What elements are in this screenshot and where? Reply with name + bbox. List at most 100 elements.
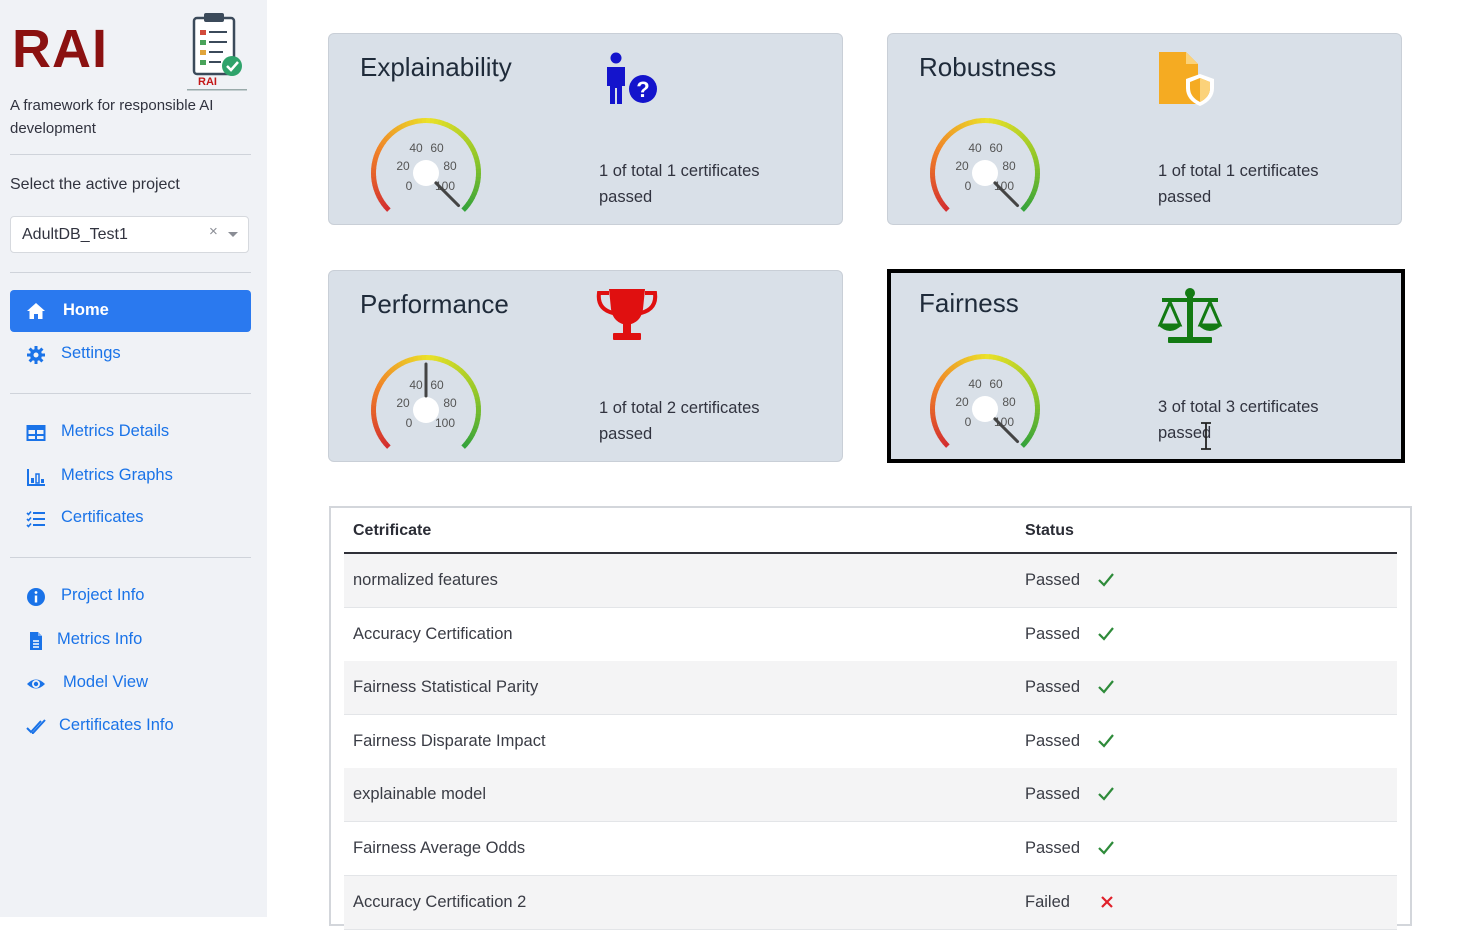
gauge-tick-label: 20 [396,396,410,410]
gauge-tick-label: 40 [409,378,423,392]
gauge-tick-label: 0 [965,179,972,193]
logo-text: RAI [198,76,217,88]
certificate-name: Accuracy Certification [353,624,513,643]
gauge-tick-label: 0 [406,416,413,430]
divider [10,154,251,155]
gauge-tick-label: 0 [965,415,972,429]
certificate-name: Accuracy Certification 2 [353,892,527,911]
nav-metrics-info-label: Metrics Info [57,630,143,648]
card-title: Performance [360,289,509,319]
card-explainability: Explainability ? 0 20 40 60 80 100 1 of total… [328,33,843,225]
certificate-status: Failed [1025,892,1070,911]
nav-settings-label: Settings [61,344,121,362]
nav-home[interactable]: Home [10,290,251,332]
card-summary-line1: 1 of total 1 certificates [1158,162,1319,180]
table-row: Accuracy Certification 2 Failed [344,875,1397,930]
tagline: A framework for responsible AI developme… [10,97,214,137]
nav-certificates-label: Certificates [61,508,144,526]
check-icon [1098,573,1114,587]
table-row: Fairness Average Odds Passed [344,822,1397,876]
card-summary: 3 of total 3 certificates passed [1158,394,1378,446]
card-summary-line2: passed [599,425,653,443]
certificate-status: Passed [1025,624,1081,643]
gauge-tick-label: 20 [955,395,969,409]
nav-settings[interactable]: Settings [10,333,251,375]
card-title: Fairness [919,288,1019,318]
list-check-icon [26,510,45,528]
gauge-tick-label: 60 [989,141,1003,155]
trophy-icon [596,289,658,340]
scale-icon [1157,288,1223,343]
nav-home-label: Home [63,301,109,319]
project-select[interactable]: AdultDB_Test1 × [10,216,249,253]
check-icon [1098,841,1114,855]
table-row: Fairness Disparate Impact Passed [344,715,1397,769]
gear-icon [27,346,45,364]
gauge-tick-label: 80 [1002,395,1016,409]
cross-icon [1101,895,1113,908]
nav-project-info[interactable]: Project Info [10,575,251,617]
table-icon [26,425,46,441]
card-summary-line2: passed [1158,424,1212,442]
card-title: Explainability [360,52,512,82]
info-icon [27,588,45,606]
gauge-tick-label: 60 [989,377,1003,391]
nav-project-info-label: Project Info [61,586,145,604]
card-robustness: Robustness 0 20 40 60 80 100 1 of total 1 cer… [887,33,1402,225]
gauge-tick-label: 80 [443,396,457,410]
gauge-tick-label: 40 [968,141,982,155]
text-cursor-icon [1201,422,1211,450]
certificate-status: Passed [1025,731,1081,750]
nav-metrics-graphs[interactable]: Metrics Graphs [10,455,251,497]
certificate-status: Passed [1025,785,1081,804]
certificates-table: Cetrificate Status normalized features Pa… [329,506,1412,930]
check-icon [1098,787,1114,802]
document-icon [30,632,42,650]
card-summary-line1: 1 of total 2 certificates [599,399,760,417]
nav-model-view[interactable]: Model View [10,662,251,704]
certificate-status: Passed [1025,839,1081,857]
card-title: Robustness [919,52,1057,82]
chart-icon [27,469,45,486]
card-summary-line1: 1 of total 1 certificates [599,162,760,180]
certificate-name: Fairness Statistical Parity [353,678,539,697]
certificate-status: Passed [1025,571,1081,589]
check-icon [1098,626,1114,641]
column-header-certificate: Cetrificate [353,522,432,539]
fairness-gauge: 02040 6080100 [930,354,1040,448]
gauge-tick-label: 20 [955,159,969,173]
nav-metrics-info[interactable]: Metrics Info [10,619,251,661]
clear-selection-icon[interactable]: × [209,223,218,240]
project-select-value: AdultDB_Test1 [22,226,128,243]
gauge-tick-label: 20 [396,159,410,173]
check-icon [1098,734,1114,748]
project-select-label: Select the active project [10,176,180,193]
nav-metrics-details[interactable]: Metrics Details [10,411,251,453]
explainability-gauge: 02040 6080100 [371,118,481,212]
nav-metrics-graphs-label: Metrics Graphs [61,466,173,484]
double-check-icon [26,719,46,734]
nav-certificates-info[interactable]: Certificates Info [10,705,251,747]
gauge-tick-label: 40 [409,141,423,155]
nav-certificates[interactable]: Certificates [10,497,251,539]
brand-title: RAI [12,19,108,79]
certificate-name: Fairness Disparate Impact [353,731,546,750]
chevron-down-icon[interactable] [228,232,238,237]
nav-metrics-details-label: Metrics Details [61,422,170,440]
gauge-tick-label: 60 [430,378,444,392]
card-summary: 1 of total 1 certificates passed [599,158,819,210]
card-performance: Performance 0 20 40 60 80 100 1 of total 2 ce… [328,270,843,462]
home-icon [27,303,45,319]
nav-model-view-label: Model View [63,673,148,691]
svg-text:?: ? [636,77,649,102]
certificate-name: explainable model [353,785,487,804]
divider [10,557,251,558]
card-fairness: Fairness 0 20 40 60 80 100 3 of total 3 certi… [887,269,1405,463]
certificate-name: Fairness Average Odds [353,839,526,857]
robustness-gauge: 02040 6080100 [930,118,1040,212]
certificate-name: normalized features [353,571,498,589]
table-row: Fairness Statistical Parity Passed [344,661,1397,716]
gauge-tick-label: 60 [430,141,444,155]
sidebar: RAI RAI A framework for responsible AI d… [0,0,267,917]
clipboard-logo-icon: RAI [187,13,247,91]
